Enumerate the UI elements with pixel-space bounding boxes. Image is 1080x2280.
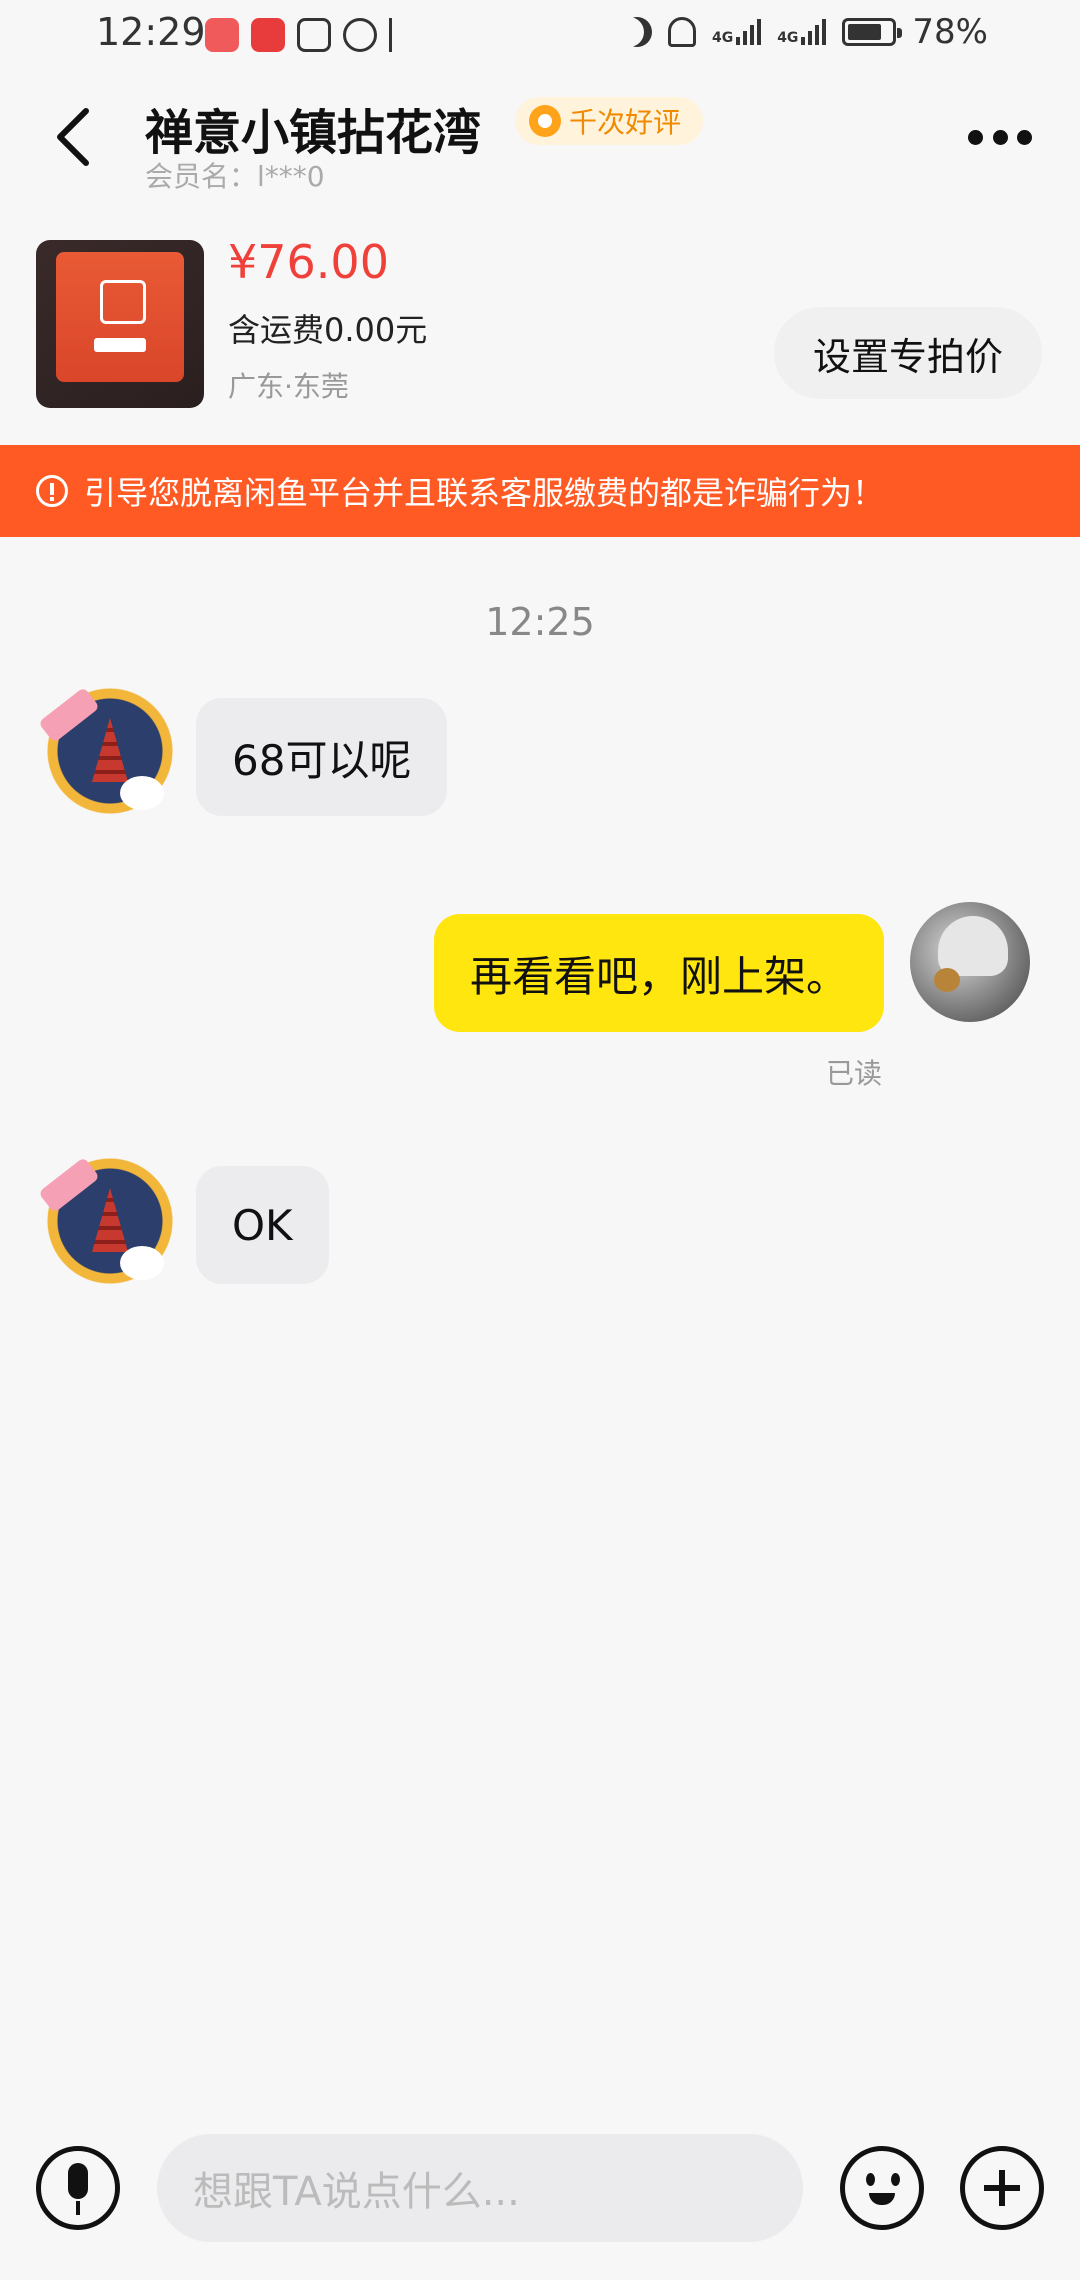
battery-fill [848, 24, 882, 40]
thumb-up-icon [529, 105, 561, 137]
back-arrow-icon[interactable] [50, 105, 98, 169]
network-label: 4G [777, 30, 799, 46]
status-right: 4G 4G 78% [622, 12, 988, 52]
fraud-warning-banner: 引导您脱离闲鱼平台并且联系客服缴费的都是诈骗行为！ [0, 445, 1080, 537]
battery-icon [842, 18, 903, 46]
set-special-price-button[interactable]: 设置专拍价 [774, 307, 1042, 399]
emoji-icon[interactable] [840, 2146, 924, 2230]
seller-name[interactable]: 禅意小镇拈花湾 [145, 93, 481, 163]
fraud-warning-text: 引导您脱离闲鱼平台并且联系客服缴费的都是诈骗行为！ [84, 474, 885, 512]
moon-icon [622, 17, 652, 47]
seller-avatar[interactable] [38, 1156, 180, 1298]
status-bar: 12:29 4G 4G 78% [0, 0, 1080, 75]
product-thumbnail[interactable] [36, 240, 204, 408]
rating-badge-label: 千次好评 [569, 106, 682, 139]
seller-avatar[interactable] [38, 686, 180, 828]
message-bubble[interactable]: 68可以呢 [196, 698, 448, 816]
more-options-icon[interactable] [968, 130, 1032, 148]
signal-icon: 4G [777, 19, 827, 46]
product-card[interactable]: ¥76.00 含运费0.00元 广东·东莞 设置专拍价 [0, 225, 1080, 425]
message-bubble[interactable]: OK [196, 1166, 329, 1284]
notification-icons [205, 18, 409, 52]
chat-timestamp: 12:25 [485, 600, 595, 644]
game-app-icon [251, 18, 285, 52]
more-actions-plus-icon[interactable] [960, 2146, 1044, 2230]
battery-percent: 78% [912, 12, 988, 52]
product-price: ¥76.00 [228, 235, 389, 289]
huawei-app-icon [205, 18, 239, 52]
message-bubble[interactable]: 再看看吧，刚上架。 [433, 914, 884, 1032]
voice-input-icon[interactable] [36, 2146, 120, 2230]
chat-header: 禅意小镇拈花湾 千次好评 会员名：l***0 [0, 75, 1080, 195]
user-avatar[interactable] [910, 902, 1030, 1022]
shipping-fee: 含运费0.00元 [228, 311, 428, 349]
alarm-icon [343, 18, 377, 52]
network-label: 4G [711, 30, 734, 46]
member-name: 会员名：l***0 [145, 160, 325, 193]
rating-badge: 千次好评 [515, 97, 704, 145]
alert-icon [36, 475, 68, 507]
nfc-icon [297, 18, 331, 52]
bluetooth-icon [389, 18, 409, 52]
status-time: 12:29 [96, 10, 206, 54]
read-receipt: 已读 [826, 1057, 883, 1090]
signal-icon: 4G [711, 19, 762, 46]
product-location: 广东·东莞 [228, 370, 349, 403]
message-input[interactable]: 想跟TA说点什么... [157, 2134, 803, 2242]
input-bar: 想跟TA说点什么... [0, 2130, 1080, 2250]
mute-bell-icon [667, 17, 696, 47]
